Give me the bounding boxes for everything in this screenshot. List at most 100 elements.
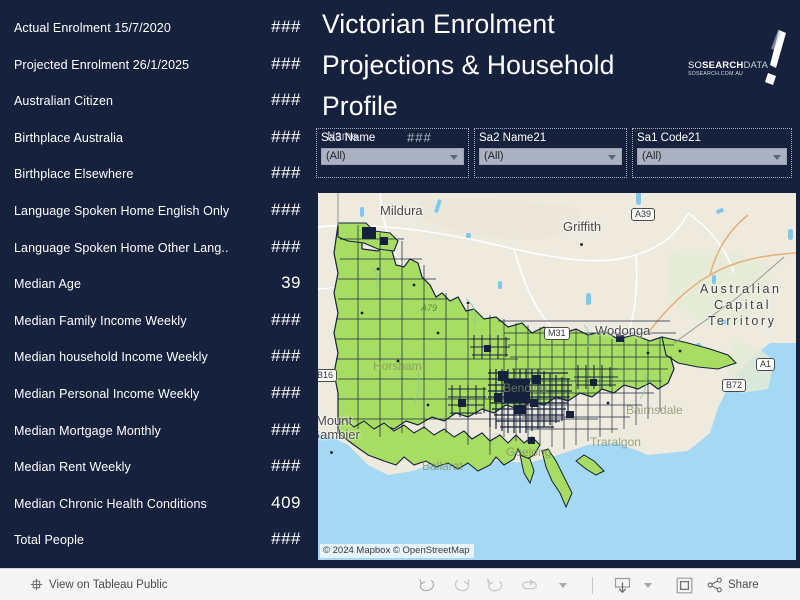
metric-row[interactable]: Projected Enrolment 26/1/2025 ###: [14, 47, 301, 84]
filter-dropdown-sa2-name21[interactable]: (All): [479, 148, 622, 165]
metric-row[interactable]: Language Spoken Home Other Lang.. ###: [14, 230, 301, 267]
share-icon: [707, 577, 722, 593]
map-attribution[interactable]: © 2024 Mapbox © OpenStreetMap: [320, 544, 474, 558]
metric-value: ###: [271, 163, 301, 183]
filter-value: (All): [484, 150, 504, 162]
filter-card-sa3-name: Sa3 Name Name ### (All): [316, 128, 469, 178]
map-dot-griffith: [580, 243, 583, 246]
download-icon: [614, 577, 630, 593]
metric-value: ###: [271, 382, 301, 402]
metric-row[interactable]: Birthplace Elsewhere ###: [14, 156, 301, 193]
revert-button[interactable]: [478, 572, 512, 598]
tableau-logo-icon: [30, 578, 43, 591]
download-button[interactable]: [605, 572, 639, 598]
metric-row[interactable]: Median Family Income Weekly ###: [14, 303, 301, 340]
filter-value: (All): [642, 150, 662, 162]
metric-value: ###: [271, 419, 301, 439]
metric-row[interactable]: Median Rent Weekly ###: [14, 449, 301, 486]
metric-row[interactable]: Total People ###: [14, 522, 301, 559]
fullscreen-button[interactable]: [667, 572, 701, 598]
revert-icon: [486, 578, 502, 591]
metric-label: Birthplace Australia: [14, 130, 124, 145]
logo-data: DATA: [743, 60, 769, 71]
road-shield-b72: B72: [722, 379, 747, 392]
metric-row[interactable]: Median household Income Weekly ###: [14, 339, 301, 376]
metric-row[interactable]: Median Personal Income Weekly ###: [14, 376, 301, 413]
metric-value: ###: [271, 90, 301, 110]
more-options-button[interactable]: [546, 572, 580, 598]
metric-label: Language Spoken Home Other Lang..: [14, 240, 229, 255]
filter-bar: Sa3 Name Name ### (All) Sa2 Name21 (All)…: [315, 128, 800, 180]
toolbar-controls: Share: [410, 569, 759, 600]
logo-tagline: SOSEARCH.COM.AU: [688, 71, 744, 77]
road-shield-a79: A79: [421, 303, 438, 313]
metric-value: ###: [271, 309, 301, 329]
toolbar-divider: [592, 576, 593, 594]
metric-label: Projected Enrolment 26/1/2025: [14, 57, 190, 72]
fullscreen-icon: [676, 577, 692, 593]
metric-label: Median Mortgage Monthly: [14, 423, 161, 438]
filter-label-text: Sa1 Code21: [637, 132, 701, 144]
metric-label: Total People: [14, 533, 84, 548]
road-shield-b16: B16: [318, 369, 338, 382]
metric-value: ###: [271, 456, 301, 476]
logo-wordmark: SOSEARCHDATA: [688, 60, 768, 71]
filter-label-overlap-value: ###: [407, 130, 432, 145]
metric-label: Birthplace Elsewhere: [14, 167, 134, 182]
refresh-button[interactable]: [512, 572, 546, 598]
metric-row[interactable]: Median Age 39: [14, 266, 301, 303]
undo-button[interactable]: [410, 572, 444, 598]
view-on-tableau-public-link[interactable]: View on Tableau Public: [30, 578, 168, 591]
metric-label: Actual Enrolment 15/7/2020: [14, 21, 171, 35]
metric-label: Median Age: [14, 277, 82, 292]
exclamation-mark-icon: [765, 30, 786, 85]
road-shield-m31: M31: [544, 327, 570, 340]
metric-value: ###: [271, 346, 301, 366]
metric-row[interactable]: Birthplace Australia ###: [14, 120, 301, 157]
metric-label: Language Spoken Home English Only: [14, 203, 230, 218]
logo-search: SEARCH: [702, 60, 744, 71]
metrics-panel: Actual Enrolment 15/7/2020 ### Projected…: [0, 0, 315, 568]
share-button[interactable]: Share: [707, 577, 759, 593]
dashboard-root: Actual Enrolment 15/7/2020 ### Projected…: [0, 0, 800, 600]
metric-value: ###: [271, 236, 301, 256]
filter-label-text: Sa2 Name21: [479, 132, 547, 144]
metric-label: Median Personal Income Weekly: [14, 386, 200, 401]
metric-label: Median Rent Weekly: [14, 460, 131, 475]
map-dot-gambier: [330, 451, 333, 454]
title-area: Victorian Enrolment Projections & Househ…: [322, 4, 682, 130]
filter-card-sa1-code21: Sa1 Code21 (All): [632, 128, 792, 178]
map-canvas[interactable]: [318, 193, 796, 560]
filter-label-overlap: Name: [327, 131, 358, 143]
bottom-toolbar: View on Tableau Public Share: [0, 568, 800, 600]
refresh-icon: [521, 579, 537, 589]
redo-button[interactable]: [444, 572, 478, 598]
filter-label: Sa1 Code21: [637, 131, 787, 145]
metric-label: Median Family Income Weekly: [14, 313, 187, 328]
chevron-down-icon[interactable]: [773, 155, 781, 160]
tableau-link-label: View on Tableau Public: [49, 578, 168, 591]
choropleth-map[interactable]: Mildura Griffith Wodonga Australian Capi…: [318, 193, 796, 560]
filter-label: Sa3 Name Name ###: [321, 131, 464, 145]
filter-dropdown-sa1-code21[interactable]: (All): [637, 148, 787, 165]
page-title: Victorian Enrolment Projections & Househ…: [322, 9, 615, 121]
metric-row[interactable]: Actual Enrolment 15/7/2020 ###: [14, 10, 301, 47]
filter-card-sa2-name21: Sa2 Name21 (All): [474, 128, 627, 178]
metric-row[interactable]: Median Chronic Health Conditions 409: [14, 486, 301, 523]
metric-value: 39: [281, 273, 301, 293]
filter-dropdown-sa3-name[interactable]: (All): [321, 148, 464, 165]
chevron-down-icon: [559, 582, 567, 588]
metric-value: ###: [271, 17, 301, 36]
road-shield-a1: A1: [756, 358, 776, 371]
metric-row[interactable]: Australian Citizen ###: [14, 83, 301, 120]
chevron-down-icon[interactable]: [608, 155, 616, 160]
download-caret-button[interactable]: [639, 572, 657, 598]
undo-icon: [419, 578, 434, 591]
metric-label: Median Chronic Health Conditions: [14, 496, 207, 511]
metric-label: Median household Income Weekly: [14, 350, 208, 365]
share-label: Share: [728, 579, 759, 591]
brand-logo: SOSEARCHDATA SOSEARCH.COM.AU: [684, 26, 794, 88]
metric-row[interactable]: Median Mortgage Monthly ###: [14, 413, 301, 450]
metric-row[interactable]: Language Spoken Home English Only ###: [14, 193, 301, 230]
chevron-down-icon[interactable]: [450, 155, 458, 160]
